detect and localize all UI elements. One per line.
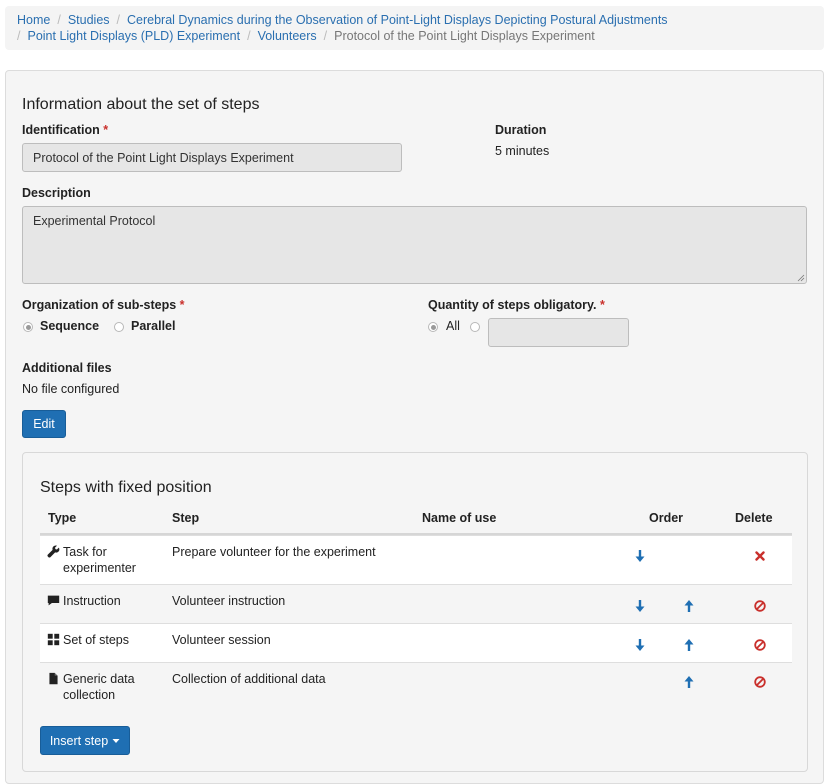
column-header-delete: Delete [735,511,773,525]
quantity-all-radio[interactable] [428,322,438,332]
arrow-up-icon[interactable] [683,638,695,652]
step-link[interactable]: Prepare volunteer for the experiment [172,544,376,560]
additional-files-value: No file configured [22,382,120,396]
breadcrumb-volunteers[interactable]: Volunteers [258,29,317,43]
fixed-steps-panel: Steps with fixed position Type Step Name… [22,452,808,772]
type-cell: Generic data collection [47,671,165,703]
breadcrumb-separator: / [17,29,21,43]
insert-step-label: Insert step [49,733,109,748]
description-text: Experimental Protocol [33,214,156,228]
resize-grip-icon[interactable] [797,274,805,282]
step-set-panel: Information about the set of steps Ident… [5,70,824,784]
table-row: Set of steps Volunteer session [40,623,792,662]
quantity-custom-radio[interactable] [470,322,480,332]
file-icon [49,672,58,685]
step-link[interactable]: Volunteer instruction [172,593,285,609]
breadcrumb-home[interactable]: Home [17,13,50,27]
organization-label: Organization of sub-steps * [22,298,185,312]
breadcrumb-separator: / [57,13,61,27]
column-header-step: Step [172,511,200,525]
ban-icon[interactable] [754,638,766,652]
type-label: Generic data collection [63,672,135,702]
edit-button[interactable]: Edit [22,410,66,438]
additional-files-label: Additional files [22,361,112,375]
sequence-radio-label: Sequence [40,319,100,333]
type-cell: Task for experimenter [47,544,165,576]
arrow-down-icon[interactable] [634,638,646,652]
table-row: Task for experimenter Prepare volunteer … [40,535,792,584]
breadcrumb-experiment[interactable]: Point Light Displays (PLD) Experiment [27,29,240,43]
breadcrumb: Home / Studies / Cerebral Dynamics during th… [5,6,824,50]
quantity-field[interactable] [488,318,629,347]
duration-label: Duration [495,123,547,137]
remove-icon[interactable] [754,549,766,563]
fixed-steps-title: Steps with fixed position [40,479,212,496]
column-header-type: Type [48,511,77,525]
breadcrumb-study[interactable]: Cerebral Dynamics during the Observation… [127,13,668,27]
table-row: Instruction Volunteer instruction [40,584,792,623]
step-link[interactable]: Volunteer session [172,632,271,648]
parallel-radio[interactable] [114,322,124,332]
arrow-down-icon[interactable] [634,549,646,563]
ban-icon[interactable] [754,599,766,613]
duration-value: 5 minutes [495,144,550,158]
type-cell: Instruction [47,593,165,609]
breadcrumb-separator: / [116,13,121,27]
grid-icon [47,633,60,646]
breadcrumb-studies[interactable]: Studies [68,13,110,27]
type-cell: Set of steps [47,632,165,648]
type-label: Set of steps [63,633,130,647]
arrow-up-icon[interactable] [683,675,695,689]
identification-field[interactable]: Protocol of the Point Light Displays Exp… [22,143,402,172]
quantity-all-label: All [446,319,460,333]
description-field[interactable]: Experimental Protocol [22,206,807,284]
wrench-icon [47,545,60,558]
column-header-name-of-use: Name of use [422,511,497,525]
breadcrumb-current: Protocol of the Point Light Displays Exp… [334,29,595,43]
breadcrumb-separator: / [247,29,251,43]
arrow-up-icon[interactable] [683,599,695,613]
table-row: Generic data collection Collection of ad… [40,662,792,710]
type-label: Task for experimenter [63,545,136,575]
description-label: Description [22,186,91,200]
parallel-radio-label: Parallel [131,319,176,333]
step-link[interactable]: Collection of additional data [172,671,326,687]
column-header-order: Order [649,511,684,525]
type-label: Instruction [63,594,121,608]
insert-step-button[interactable]: Insert step [40,726,130,755]
comment-icon [47,595,60,606]
arrow-down-icon[interactable] [634,599,646,613]
breadcrumb-separator: / [323,29,328,43]
ban-icon[interactable] [754,675,766,689]
panel-title: Information about the set of steps [22,96,260,113]
identification-label: Identification * [22,123,109,137]
quantity-label: Quantity of steps obligatory. * [428,298,605,312]
caret-down-icon [112,738,120,743]
sequence-radio[interactable] [23,322,33,332]
